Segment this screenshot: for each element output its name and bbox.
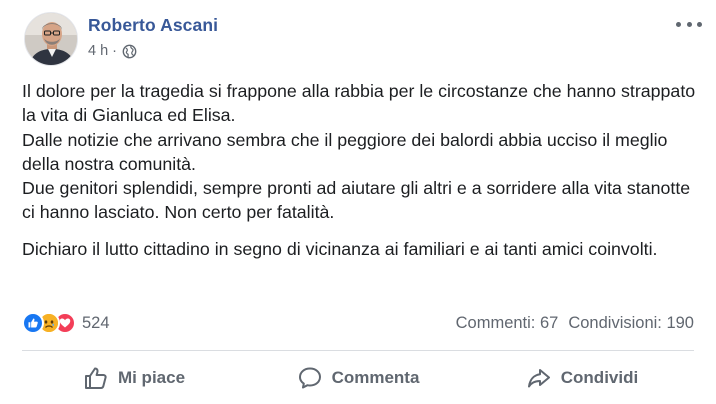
comment-button-label: Commenta (331, 368, 420, 387)
comments-count[interactable]: Commenti: 67 (456, 314, 559, 333)
post-meta: 4 h · (88, 43, 137, 59)
post-paragraph: Dalle notizie che arrivano sembra che il… (22, 129, 668, 174)
reaction-count[interactable]: 524 (82, 314, 110, 333)
post-body: Il dolore per la tragedia si frappone al… (22, 79, 702, 261)
post-author-name[interactable]: Roberto Ascani (88, 15, 218, 36)
post-paragraph: Dichiaro il lutto cittadino in segno di … (22, 238, 658, 259)
like-reaction-icon (22, 312, 44, 334)
globe-icon[interactable] (122, 44, 137, 59)
post-timestamp[interactable]: 4 h (88, 43, 108, 59)
thumbs-up-icon (84, 367, 107, 389)
share-button-label: Condividi (560, 368, 639, 387)
share-icon (527, 369, 550, 388)
post-paragraph: Il dolore per la tragedia si frappone al… (22, 81, 696, 126)
meta-separator: · (112, 43, 118, 59)
like-button-label: Mi piace (117, 368, 186, 387)
shares-count[interactable]: Condivisioni: 190 (568, 314, 694, 333)
share-button[interactable]: Condividi (470, 356, 694, 400)
post-action-bar: Mi piace Commenta Condividi (22, 356, 694, 400)
author-avatar[interactable] (24, 12, 78, 66)
avatar-photo (25, 13, 77, 65)
reactions-summary[interactable]: 524 (22, 312, 110, 334)
comment-icon (298, 367, 321, 389)
more-options-icon[interactable] (676, 16, 702, 32)
engagement-counts: Commenti: 67 Condivisioni: 190 (456, 314, 694, 333)
like-button[interactable]: Mi piace (22, 356, 246, 400)
actions-divider (22, 350, 694, 351)
comment-button[interactable]: Commenta (246, 356, 470, 400)
post-paragraph: Due genitori splendidi, sempre pronti ad… (22, 178, 691, 223)
